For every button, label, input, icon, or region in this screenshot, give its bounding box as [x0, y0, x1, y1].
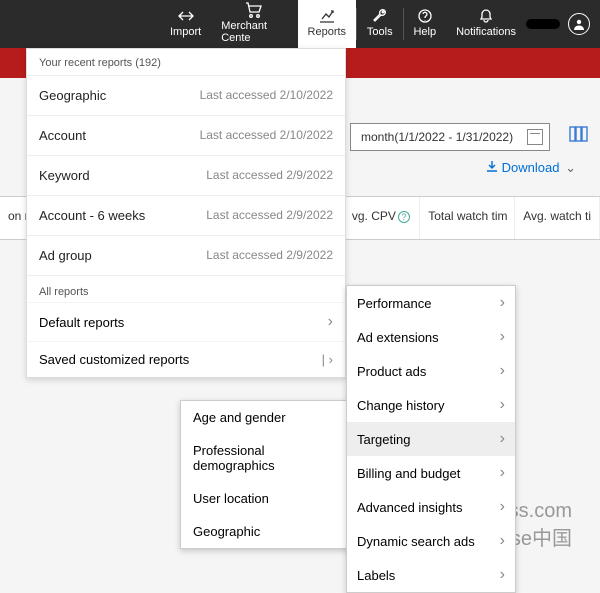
all-reports-header: All reports — [27, 275, 345, 302]
targeting-item-geographic[interactable]: Geographic — [181, 515, 359, 548]
download-label: Download — [502, 160, 560, 175]
nav-reports[interactable]: Reports — [298, 0, 357, 48]
report-accessed: Last accessed 2/9/2022 — [206, 168, 333, 183]
chevron-right-icon — [500, 294, 505, 312]
targeting-item-age-gender[interactable]: Age and gender — [181, 401, 359, 434]
recent-report-item[interactable]: Keyword Last accessed 2/9/2022 — [27, 155, 345, 195]
column-header[interactable]: Total watch tim — [420, 197, 515, 239]
report-accessed: Last accessed 2/10/2022 — [200, 88, 333, 103]
user-avatar[interactable] — [568, 13, 590, 35]
report-name: Keyword — [39, 168, 90, 183]
download-button[interactable]: Download ⌄ — [486, 160, 576, 176]
cart-icon — [245, 2, 263, 18]
default-reports-item[interactable]: Default reports — [27, 302, 345, 341]
download-icon — [486, 160, 498, 175]
nav-merchant[interactable]: Merchant Cente — [211, 0, 297, 48]
chevron-right-icon — [500, 328, 505, 346]
report-name: Geographic — [39, 88, 106, 103]
help-icon — [418, 8, 432, 24]
submenu-item-advanced-insights[interactable]: Advanced insights — [347, 490, 515, 524]
saved-reports-item[interactable]: Saved customized reports | › — [27, 341, 345, 377]
recent-report-item[interactable]: Account - 6 weeks Last accessed 2/9/2022 — [27, 195, 345, 235]
top-nav: Import Merchant Cente Reports Tools Help… — [0, 0, 600, 48]
report-accessed: Last accessed 2/9/2022 — [206, 248, 333, 263]
report-accessed: Last accessed 2/9/2022 — [206, 208, 333, 223]
submenu-item-change-history[interactable]: Change history — [347, 388, 515, 422]
submenu-item-dynamic-search-ads[interactable]: Dynamic search ads — [347, 524, 515, 558]
divider-chevron-icon: | › — [322, 352, 333, 367]
recent-report-item[interactable]: Account Last accessed 2/10/2022 — [27, 115, 345, 155]
reports-icon — [319, 8, 335, 24]
submenu-item-product-ads[interactable]: Product ads — [347, 354, 515, 388]
chevron-right-icon — [500, 430, 505, 448]
topbar-right — [526, 0, 600, 48]
report-name: Account — [39, 128, 86, 143]
targeting-item-user-location[interactable]: User location — [181, 482, 359, 515]
nav-help[interactable]: Help — [403, 0, 446, 48]
report-name: Ad group — [39, 248, 92, 263]
chevron-right-icon — [500, 498, 505, 516]
targeting-submenu: Age and gender Professional demographics… — [180, 400, 360, 549]
chevron-right-icon — [500, 532, 505, 550]
recent-reports-header: Your recent reports (192) — [27, 49, 345, 75]
nav-reports-label: Reports — [308, 26, 347, 38]
account-redaction — [526, 19, 560, 29]
chevron-down-icon: ⌄ — [565, 160, 576, 175]
report-accessed: Last accessed 2/10/2022 — [200, 128, 333, 143]
info-icon[interactable]: ? — [398, 211, 410, 223]
chevron-right-icon — [500, 396, 505, 414]
report-name: Account - 6 weeks — [39, 208, 145, 223]
nav-help-label: Help — [413, 26, 436, 38]
column-header[interactable]: vg. CPV? — [344, 197, 420, 239]
calendar-icon — [527, 129, 543, 145]
nav-tools-label: Tools — [367, 26, 393, 38]
date-range-text: month(1/1/2022 - 1/31/2022) — [361, 130, 513, 144]
saved-reports-label: Saved customized reports — [39, 352, 189, 367]
submenu-item-labels[interactable]: Labels — [347, 558, 515, 592]
default-reports-submenu: Performance Ad extensions Product ads Ch… — [346, 285, 516, 593]
submenu-item-billing[interactable]: Billing and budget — [347, 456, 515, 490]
submenu-item-targeting[interactable]: Targeting — [347, 422, 515, 456]
targeting-item-professional-demo[interactable]: Professional demographics — [181, 434, 359, 482]
chevron-right-icon — [500, 464, 505, 482]
column-header[interactable]: Avg. watch ti — [515, 197, 600, 239]
nav-tools[interactable]: Tools — [357, 0, 403, 48]
bell-icon — [479, 8, 493, 24]
chevron-right-icon — [328, 313, 333, 331]
topbar-spacer — [0, 0, 160, 48]
submenu-item-performance[interactable]: Performance — [347, 286, 515, 320]
default-reports-label: Default reports — [39, 315, 124, 330]
columns-button[interactable] — [569, 126, 589, 147]
date-range-picker[interactable]: month(1/1/2022 - 1/31/2022) — [350, 123, 550, 151]
nav-notifications-label: Notifications — [456, 26, 516, 38]
wrench-icon — [372, 8, 388, 24]
nav-import[interactable]: Import — [160, 0, 211, 48]
import-icon — [177, 8, 195, 24]
nav-notifications[interactable]: Notifications — [446, 0, 526, 48]
chevron-right-icon — [500, 362, 505, 380]
submenu-item-ad-extensions[interactable]: Ad extensions — [347, 320, 515, 354]
recent-report-item[interactable]: Geographic Last accessed 2/10/2022 — [27, 75, 345, 115]
reports-dropdown: Your recent reports (192) Geographic Las… — [26, 48, 346, 378]
nav-merchant-label: Merchant Cente — [221, 20, 287, 44]
nav-import-label: Import — [170, 26, 201, 38]
recent-report-item[interactable]: Ad group Last accessed 2/9/2022 — [27, 235, 345, 275]
